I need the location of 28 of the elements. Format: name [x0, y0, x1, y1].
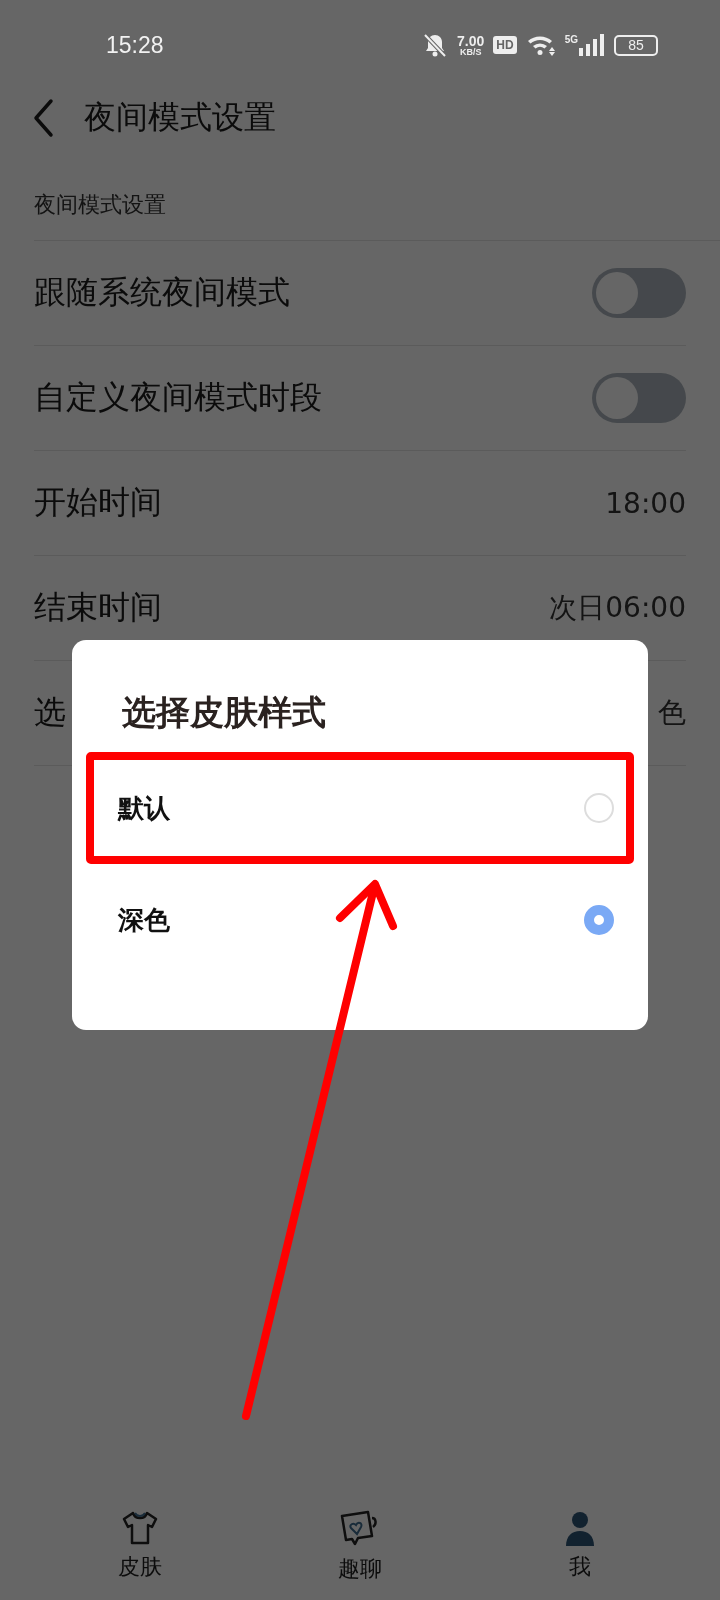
network-type: 5G [564, 34, 578, 45]
radio-button[interactable] [584, 905, 614, 935]
battery-level: 85 [628, 37, 644, 53]
nav-tab[interactable]: 我 [535, 1508, 625, 1584]
hd-badge: HD [493, 36, 517, 54]
setting-label: 开始时间 [34, 482, 162, 523]
skin-option[interactable]: 深色 [94, 872, 626, 968]
back-icon[interactable] [32, 98, 54, 138]
setting-value: 18:00 [605, 486, 686, 520]
skin-option[interactable]: 默认 [94, 760, 626, 856]
clock-time: 15:28 [106, 31, 164, 59]
mute-icon [422, 32, 449, 58]
toggle-switch[interactable] [592, 268, 686, 318]
setting-label: 结束时间 [34, 587, 162, 628]
setting-value: 色 [658, 695, 686, 731]
page-title: 夜间模式设置 [84, 97, 276, 138]
network-speed: 7.00 [457, 33, 485, 48]
setting-value: 次日06:00 [549, 590, 686, 626]
nav-tab[interactable]: 趣聊 [315, 1508, 405, 1584]
signal-icon [579, 34, 605, 56]
setting-label: 自定义夜间模式时段 [34, 377, 322, 418]
toggle-switch[interactable] [592, 373, 686, 423]
dialog-title: 选择皮肤样式 [121, 691, 327, 734]
nav-tab[interactable]: 皮肤 [95, 1508, 185, 1584]
speed-unit: KB/S [459, 47, 482, 57]
setting-label: 跟随系统夜间模式 [34, 272, 290, 313]
section-label: 夜间模式设置 [34, 146, 720, 241]
setting-label: 选 [34, 692, 66, 733]
